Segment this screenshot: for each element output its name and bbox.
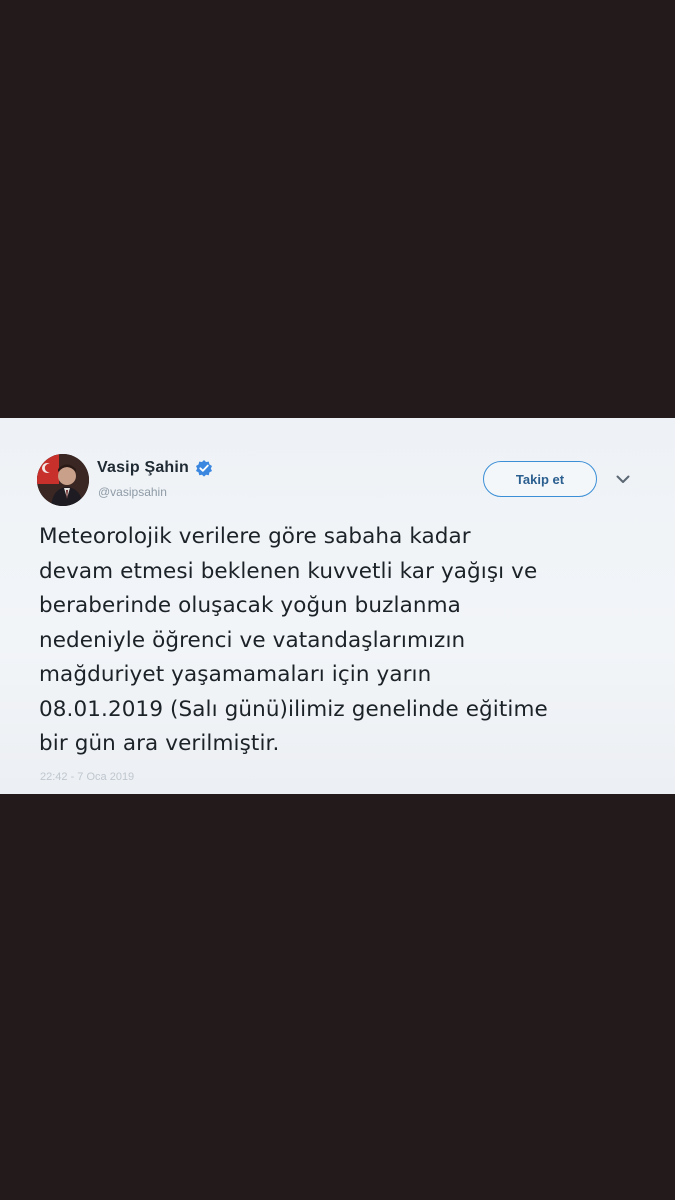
follow-button[interactable]: Takip et [483,461,597,497]
author-name-row: Vasip Şahin [97,459,213,477]
screenshot-frame: Vasip Şahin @vasipsahin Takip et Meteoro… [0,0,675,1200]
tweet-timestamp[interactable]: 22:42 - 7 Oca 2019 [40,771,134,783]
tweet-menu-button[interactable] [611,469,635,489]
tweet-card[interactable]: Vasip Şahin @vasipsahin Takip et Meteoro… [0,418,675,794]
tweet-text: Meteorolojik verilere göre sabaha kadar … [39,524,548,756]
chevron-down-icon [616,475,630,483]
verified-badge-icon [195,459,213,477]
profile-photo [37,454,89,506]
user-handle[interactable]: @vasipsahin [98,485,167,499]
avatar[interactable] [37,454,89,506]
display-name[interactable]: Vasip Şahin [97,459,189,477]
